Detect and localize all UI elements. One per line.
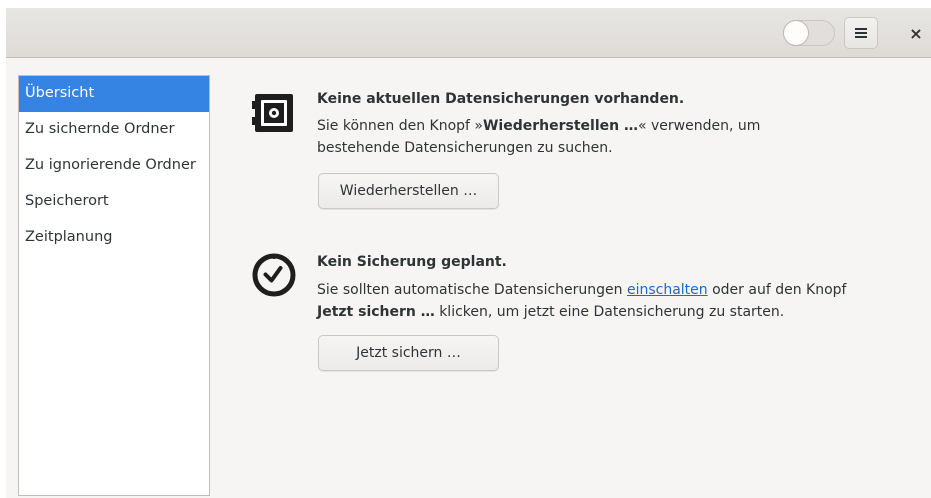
sidebar-item-folders-to-ignore[interactable]: Zu ignorierende Ordner (19, 148, 209, 184)
schedule-title: Kein Sicherung geplant. (317, 254, 507, 270)
schedule-description-line2: Jetzt sichern … klicken, um jetzt eine D… (317, 304, 785, 320)
sidebar-item-overview[interactable]: Übersicht (19, 76, 209, 112)
restore-description-line1: Sie können den Knopf »Wiederherstellen …… (317, 118, 761, 134)
enable-link[interactable]: einschalten (627, 282, 708, 298)
close-button[interactable]: × (904, 20, 928, 46)
clock-icon (252, 253, 296, 297)
menu-button[interactable] (844, 17, 878, 49)
sidebar-item-label: Zu ignorierende Ordner (25, 157, 196, 173)
safe-icon (252, 94, 293, 132)
backup-now-button-label: Jetzt sichern … (356, 345, 461, 361)
backup-toggle-switch[interactable] (783, 20, 835, 46)
sidebar-item-label: Übersicht (25, 85, 95, 101)
sidebar-item-scheduling[interactable]: Zeitplanung (19, 220, 209, 256)
restore-description: Sie können den Knopf »Wiederherstellen …… (317, 115, 760, 159)
app-window: × Übersicht Zu sichernde Ordner Zu ignor… (6, 8, 931, 498)
restore-description-line2: bestehende Datensicherungen zu suchen. (317, 140, 613, 156)
toggle-knob[interactable] (783, 20, 809, 46)
sidebar-item-folders-to-save[interactable]: Zu sichernde Ordner (19, 112, 209, 148)
close-icon: × (909, 23, 923, 43)
backup-now-button[interactable]: Jetzt sichern … (318, 335, 499, 371)
sidebar-item-storage-location[interactable]: Speicherort (19, 184, 209, 220)
sidebar: Übersicht Zu sichernde Ordner Zu ignorie… (18, 75, 210, 496)
sidebar-item-label: Zu sichernde Ordner (25, 121, 175, 137)
restore-title: Keine aktuellen Datensicherungen vorhand… (317, 91, 685, 107)
schedule-description: Sie sollten automatische Datensicherunge… (317, 279, 846, 323)
schedule-description-line1: Sie sollten automatische Datensicherunge… (317, 282, 847, 298)
headerbar: × (6, 8, 931, 58)
restore-button[interactable]: Wiederherstellen … (318, 173, 499, 209)
restore-button-label: Wiederherstellen … (339, 183, 478, 199)
hamburger-menu-icon (855, 28, 867, 38)
sidebar-item-label: Zeitplanung (25, 229, 113, 245)
sidebar-item-label: Speicherort (25, 193, 109, 209)
